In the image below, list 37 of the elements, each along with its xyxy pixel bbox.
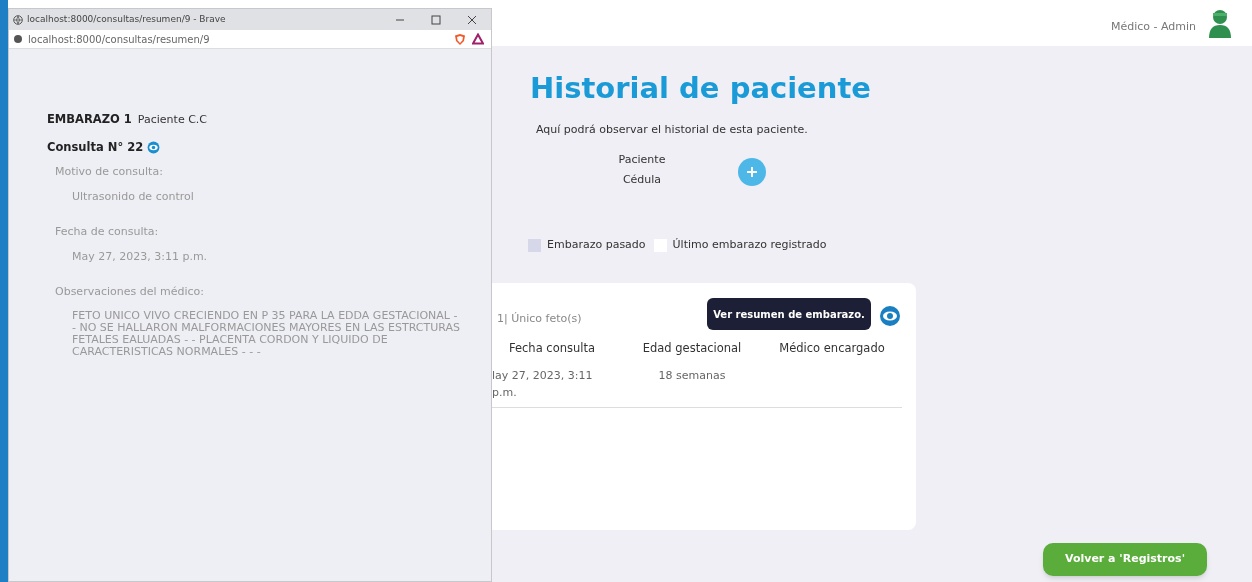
field-label: Observaciones del médico:: [55, 283, 206, 300]
address-bar[interactable]: localhost:8000/consultas/resumen/9: [9, 30, 491, 49]
page-subtitle: Aquí podrá observar el historial de esta paciente.: [536, 122, 808, 138]
field-label: Fecha de consulta:: [55, 223, 160, 240]
column-header: Médico encargado: [778, 340, 886, 357]
table-cell-text: lay 27, 2023, 3:11 p.m.: [492, 368, 594, 401]
triangle-icon[interactable]: [472, 33, 484, 45]
observations-text: FETO UNICO VIVO CRECIENDO EN P 35 PARA LA EDDA GESTACIONAL - - NO SE HALLARON MALFORMACIONES MAYORES EN LAS ESTRCTURAS FETALES EALUADAS - - PLACENTA CORDON Y LIQUIDO DE CARACTERISTICAS NORMALES - - -: [72, 310, 461, 359]
field-label: Motivo de consulta:: [55, 163, 164, 180]
table-cell-text: 18 semanas: [657, 368, 727, 384]
globe-icon: [13, 14, 23, 25]
pregnancy-caption: 1| Único feto(s): [497, 311, 582, 327]
plus-icon: [746, 166, 758, 178]
address-text: localhost:8000/consultas/resumen/9: [28, 32, 211, 47]
close-icon[interactable]: [467, 14, 477, 25]
shield-icon[interactable]: [454, 32, 466, 46]
site-info-icon[interactable]: [14, 35, 22, 43]
legend-label: Embarazo pasado: [547, 237, 646, 253]
field-value: May 27, 2023, 3:11 p.m.: [72, 249, 209, 266]
id-label: Cédula: [622, 171, 662, 188]
pregnancy-number: EMBARAZO 1: [47, 111, 132, 128]
page-title: Historial de paciente: [530, 74, 871, 103]
tooltip: Ver resumen de embarazo.: [707, 298, 871, 330]
patient-label: Paciente: [618, 152, 666, 168]
user-role: Médico - Admin: [1110, 18, 1196, 35]
column-header: Edad gestacional: [641, 340, 743, 357]
maximize-icon[interactable]: [431, 14, 441, 25]
legend-label: Último embarazo registrado: [672, 237, 827, 253]
window-title: localhost:8000/consultas/resumen/9 - Brave: [27, 12, 227, 26]
patient-id: Paciente C.C: [137, 112, 207, 128]
column-header: Fecha consulta: [507, 340, 597, 357]
consultation-number: Consulta N° 22: [47, 138, 144, 156]
field-value: Ultrasonido de control: [72, 189, 195, 206]
doctor-avatar-icon: [1208, 8, 1232, 38]
add-button[interactable]: [738, 158, 766, 186]
eye-icon[interactable]: [879, 305, 901, 327]
eye-icon[interactable]: [147, 140, 161, 154]
